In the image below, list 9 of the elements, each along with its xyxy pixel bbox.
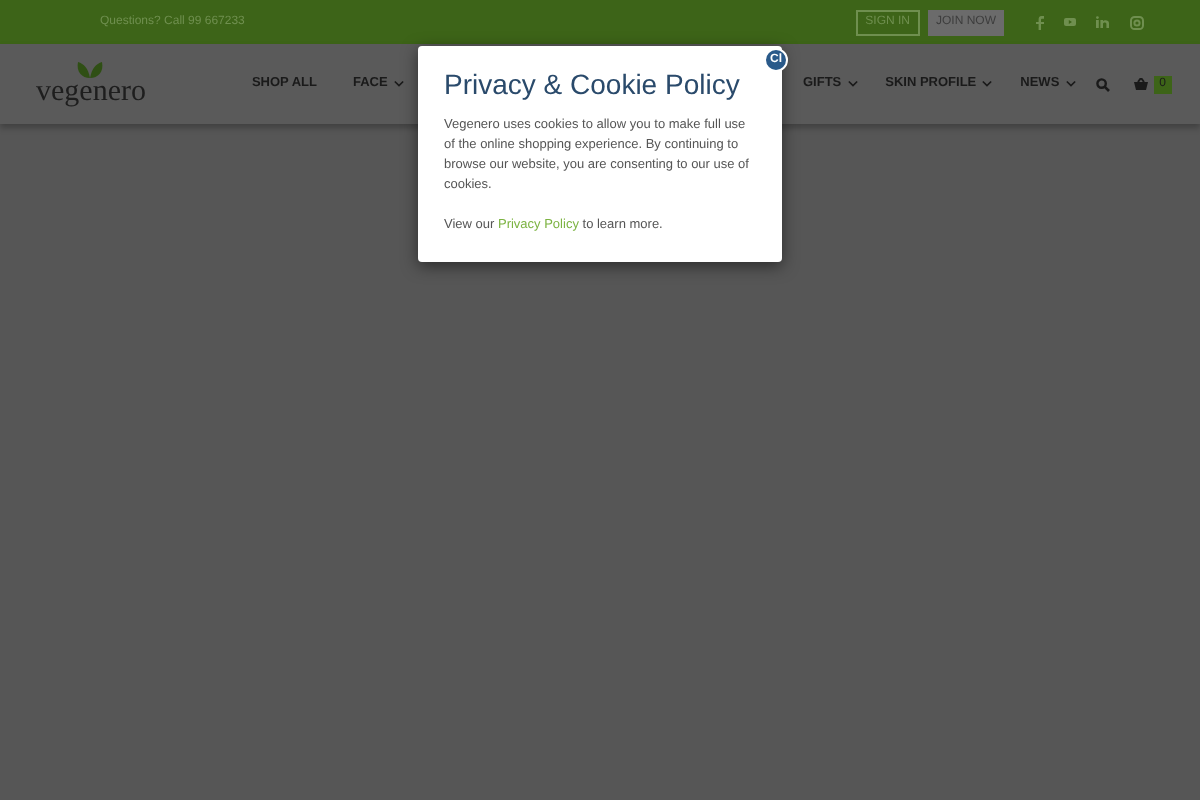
basket-icon[interactable]	[1133, 78, 1148, 90]
youtube-icon[interactable]	[1064, 16, 1076, 28]
search-icon[interactable]	[1095, 77, 1110, 91]
logo-text[interactable]: vegenero	[36, 77, 146, 107]
linkedin-icon[interactable]	[1096, 16, 1110, 28]
leaf-icon	[76, 61, 105, 77]
dialog-title: Privacy & Cookie Policy	[444, 66, 742, 102]
instagram-icon[interactable]	[1130, 15, 1144, 29]
facebook-icon[interactable]	[1036, 15, 1044, 29]
